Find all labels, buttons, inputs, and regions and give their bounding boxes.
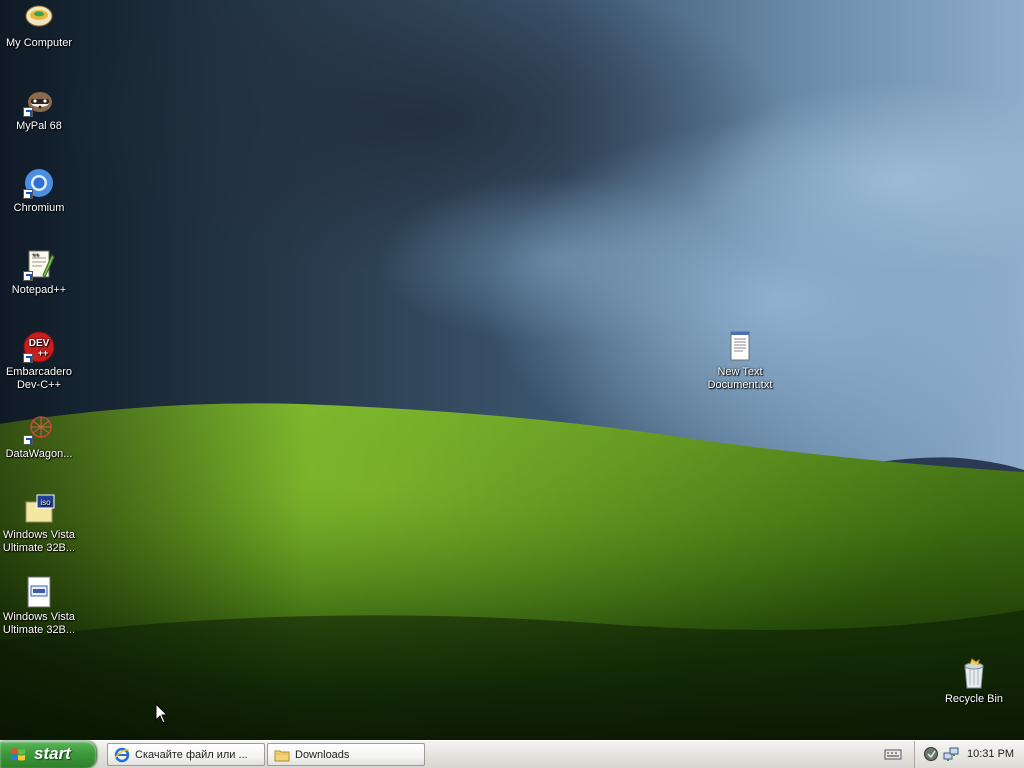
desktop-icon-label: Embarcadero Dev-C++	[5, 366, 73, 391]
recycle-bin-icon	[958, 658, 990, 690]
datawagon-icon	[23, 413, 55, 445]
desktop-icon-label: MyPal 68	[16, 120, 62, 132]
notepadpp-icon: ++	[23, 249, 55, 281]
desktop-icon-vista-file[interactable]: Windows Vista Ultimate 32B...	[1, 576, 77, 637]
system-tray: 10:31 PM	[914, 741, 1024, 768]
taskbar-button-browser[interactable]: Скачайте файл или ...	[107, 743, 265, 766]
devcpp-icon: DEV ++	[23, 331, 55, 363]
start-label: start	[34, 744, 71, 763]
desktop-icon-vista-iso[interactable]: iso Windows Vista Ultimate 32B...	[1, 494, 77, 555]
devcpp-icon-subtext: ++	[38, 348, 49, 358]
desktop-icon-new-text-doc[interactable]: New Text Document.txt	[702, 331, 778, 392]
iso-file-icon: iso	[23, 494, 55, 526]
desktop-icon-chromium[interactable]: Chromium	[1, 167, 77, 215]
desktop[interactable]: My Computer MyPal 68 Chromium ++ Notepad…	[0, 0, 1024, 740]
desktop-icon-label: Windows Vista Ultimate 32B...	[2, 529, 76, 554]
shortcut-arrow-icon	[23, 353, 33, 363]
desktop-icon-label: New Text Document.txt	[707, 366, 773, 391]
desktop-icon-devcpp[interactable]: DEV ++ Embarcadero Dev-C++	[1, 331, 77, 392]
iso-icon-text: iso	[40, 498, 51, 507]
keyboard-icon[interactable]	[884, 747, 902, 761]
taskbar-button-downloads[interactable]: Downloads	[267, 743, 425, 766]
mypal-icon	[23, 85, 55, 117]
internet-explorer-icon	[114, 747, 130, 763]
chromium-icon	[23, 167, 55, 199]
shortcut-arrow-icon	[23, 435, 33, 445]
network-icon[interactable]	[943, 746, 959, 762]
mouse-cursor-icon	[155, 703, 169, 724]
desktop-icon-my-computer[interactable]: My Computer	[1, 2, 77, 50]
taskbar-button-label: Скачайте файл или ...	[135, 749, 248, 761]
desktop-icon-label: Chromium	[13, 202, 65, 214]
start-button[interactable]: start	[0, 741, 96, 768]
file-icon	[23, 576, 55, 608]
svg-text:++: ++	[32, 253, 40, 259]
wallpaper-hill	[0, 403, 1024, 740]
shortcut-arrow-icon	[23, 271, 33, 281]
taskbar-button-label: Downloads	[295, 749, 350, 761]
desktop-icon-label: Recycle Bin	[944, 693, 1004, 705]
text-document-icon	[724, 331, 756, 363]
windows-logo-icon	[11, 748, 25, 761]
desktop-icon-label: My Computer	[5, 37, 73, 49]
desktop-icon-datawagon[interactable]: DataWagon...	[1, 413, 77, 461]
clock[interactable]: 10:31 PM	[967, 748, 1014, 760]
security-shield-icon[interactable]	[923, 746, 939, 762]
desktop-icon-label: DataWagon...	[5, 448, 73, 460]
folder-icon	[274, 750, 290, 762]
desktop-icon-label: Windows Vista Ultimate 32B...	[2, 611, 76, 636]
desktop-icon-mypal[interactable]: MyPal 68	[1, 85, 77, 133]
shortcut-arrow-icon	[23, 107, 33, 117]
shortcut-arrow-icon	[23, 189, 33, 199]
taskbar: start Скачайте файл или ... Downloads 10	[0, 740, 1024, 768]
desktop-icon-label: Notepad++	[11, 284, 67, 296]
desktop-icon-recycle-bin[interactable]: Recycle Bin	[936, 658, 1012, 706]
computer-icon	[23, 2, 55, 34]
desktop-icon-notepadpp[interactable]: ++ Notepad++	[1, 249, 77, 297]
